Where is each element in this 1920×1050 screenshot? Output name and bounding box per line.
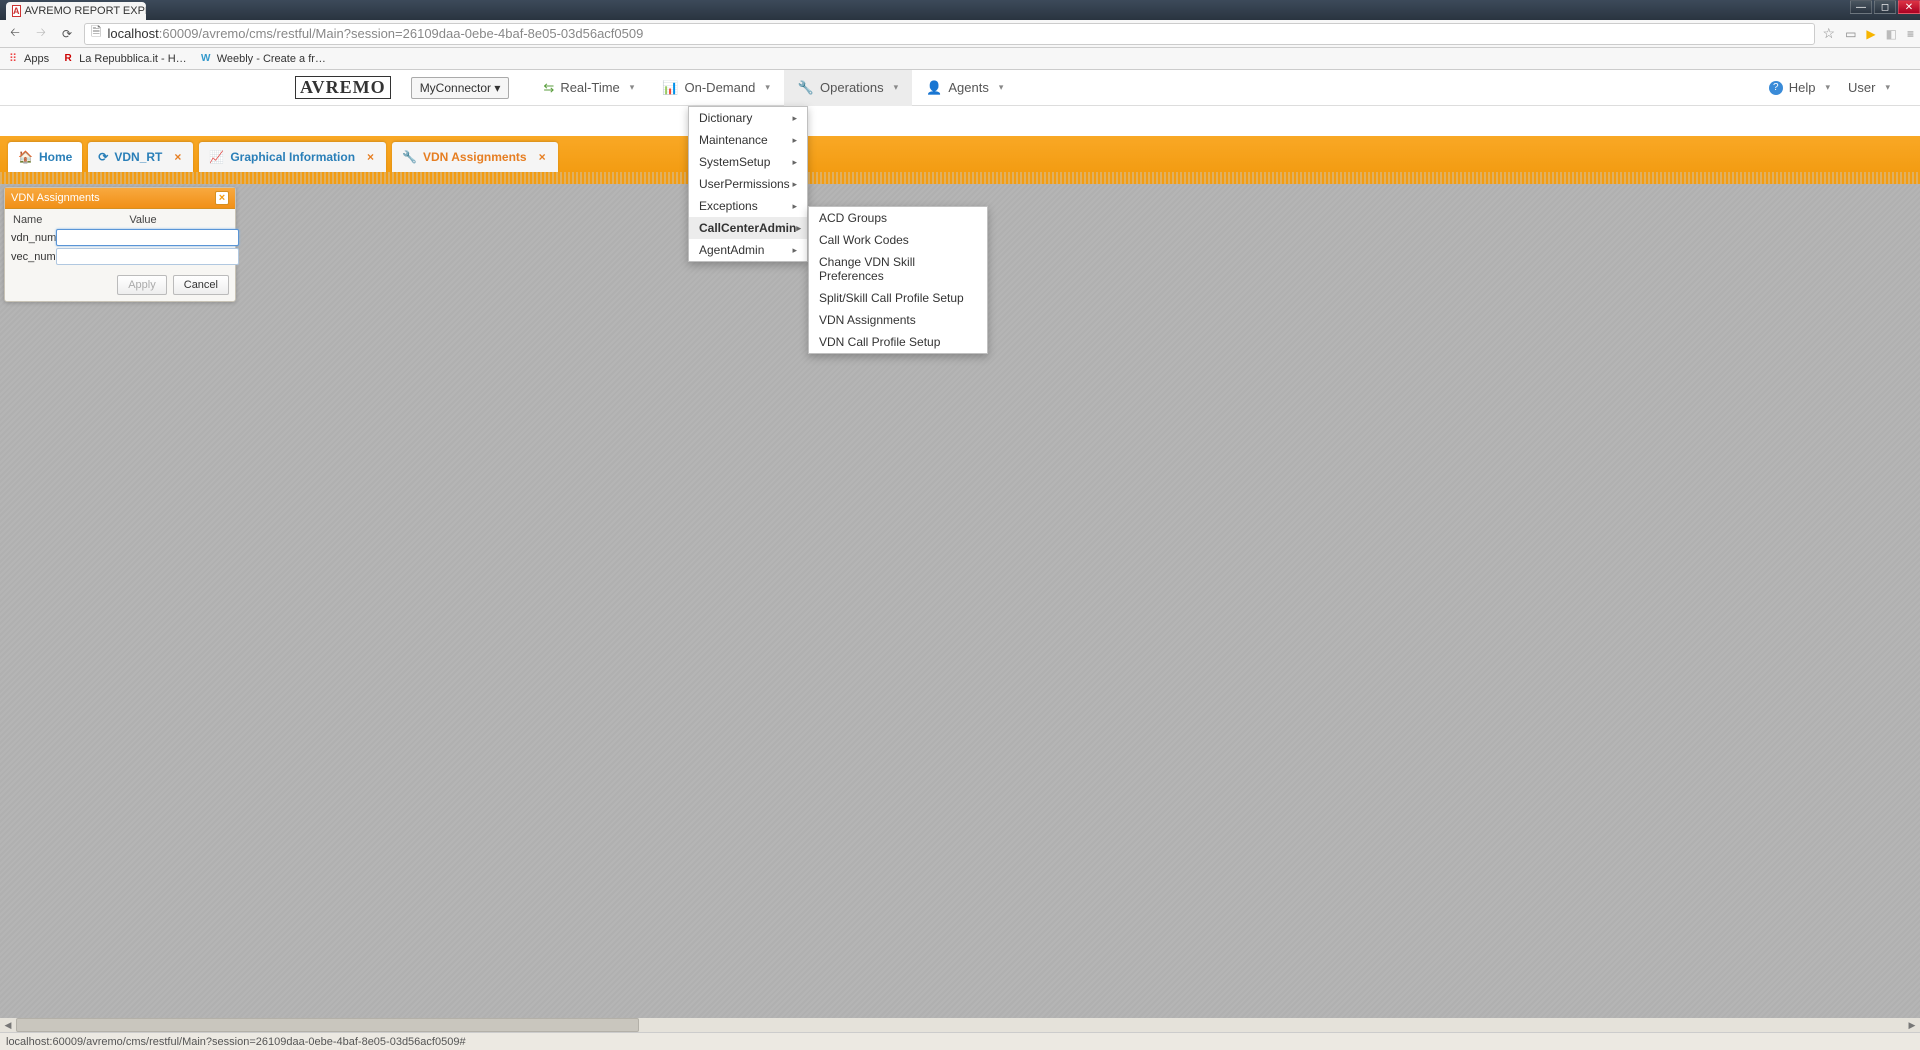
- col-name: Name: [13, 214, 59, 226]
- home-icon: 🏠: [18, 150, 33, 164]
- submenu-vdn-assignments[interactable]: VDN Assignments: [809, 309, 987, 331]
- scroll-left-arrow[interactable]: ◀: [0, 1018, 16, 1032]
- vdn-assignments-panel: VDN Assignments × Name Value vdn_num vec…: [4, 187, 236, 302]
- menu-userpermissions[interactable]: UserPermissions▸: [689, 173, 807, 195]
- panel-title: VDN Assignments: [11, 192, 100, 204]
- maximize-button[interactable]: ◻: [1874, 0, 1896, 14]
- menu-systemsetup[interactable]: SystemSetup▸: [689, 151, 807, 173]
- tab-graphical-info[interactable]: 📈 Graphical Information ×: [199, 142, 386, 172]
- tab-vdn-assignments[interactable]: 🔧 VDN Assignments ×: [392, 142, 558, 172]
- panel-header: VDN Assignments ×: [5, 188, 235, 209]
- close-icon[interactable]: ×: [215, 191, 229, 205]
- vdn-num-input[interactable]: [56, 229, 239, 246]
- menu-agentadmin[interactable]: AgentAdmin▸: [689, 239, 807, 261]
- nav-realtime[interactable]: ⇆ Real-Time▾: [529, 70, 648, 106]
- logo: AVREMO: [295, 76, 391, 99]
- connector-select[interactable]: MyConnector ▾: [411, 77, 510, 99]
- nav-ondemand[interactable]: 📊 On-Demand▾: [648, 70, 784, 106]
- extension-icon[interactable]: ◧: [1886, 27, 1897, 41]
- minimize-button[interactable]: —: [1850, 0, 1872, 14]
- refresh-icon: ⟳: [98, 150, 108, 164]
- col-value: Value: [59, 214, 227, 226]
- wrench-icon: 🔧: [798, 80, 814, 96]
- bookmark-item[interactable]: RLa Repubblica.it - H…: [61, 53, 187, 65]
- operations-menu: Dictionary▸ Maintenance▸ SystemSetup▸ Us…: [688, 106, 808, 262]
- menu-maintenance[interactable]: Maintenance▸: [689, 129, 807, 151]
- refresh-icon: ⇆: [543, 80, 554, 96]
- forward-button: 🡢: [32, 25, 50, 43]
- browser-navbar: 🡠 🡢 ⟳ 🗎 localhost:60009/avremo/cms/restf…: [0, 20, 1920, 48]
- tab-favicon: A: [12, 5, 21, 17]
- row-label: vec_num: [11, 251, 56, 263]
- play-icon[interactable]: ▶: [1866, 27, 1875, 41]
- nav-operations[interactable]: 🔧 Operations▾: [784, 70, 912, 106]
- app-root: AVREMO MyConnector ▾ ⇆ Real-Time▾ 📊 On-D…: [0, 70, 1920, 1050]
- submenu-call-work-codes[interactable]: Call Work Codes: [809, 229, 987, 251]
- page-icon: 🗎: [91, 23, 101, 45]
- device-icon[interactable]: ▭: [1845, 27, 1856, 41]
- tab-strip-divider: [0, 172, 1920, 184]
- browser-titlebar: A AVREMO REPORT EXPLOR × — ◻ ✕: [0, 0, 1920, 20]
- status-bar: localhost:60009/avremo/cms/restful/Main?…: [0, 1032, 1920, 1050]
- apply-button[interactable]: Apply: [117, 275, 167, 295]
- nav-help[interactable]: ? Help▾: [1769, 70, 1830, 106]
- horizontal-scrollbar[interactable]: ◀ ▶: [0, 1018, 1920, 1032]
- back-button[interactable]: 🡠: [6, 25, 24, 43]
- wrench-icon: 🔧: [402, 150, 417, 164]
- tab-home[interactable]: 🏠 Home: [8, 142, 82, 172]
- cancel-button[interactable]: Cancel: [173, 275, 229, 295]
- row-label: vdn_num: [11, 232, 56, 244]
- menu-icon[interactable]: ≡: [1907, 27, 1914, 41]
- submenu-split-skill[interactable]: Split/Skill Call Profile Setup: [809, 287, 987, 309]
- nav-user[interactable]: User▾: [1848, 70, 1890, 106]
- reload-button[interactable]: ⟳: [58, 25, 76, 43]
- menu-callcenteradmin[interactable]: CallCenterAdmin▸: [689, 217, 807, 239]
- close-window-button[interactable]: ✕: [1898, 0, 1920, 14]
- chart-icon: 📈: [209, 150, 224, 164]
- submenu-acd-groups[interactable]: ACD Groups: [809, 207, 987, 229]
- status-text: localhost:60009/avremo/cms/restful/Main?…: [6, 1036, 466, 1048]
- menu-dictionary[interactable]: Dictionary▸: [689, 107, 807, 129]
- scroll-right-arrow[interactable]: ▶: [1904, 1018, 1920, 1032]
- chart-icon: 📊: [662, 80, 678, 96]
- browser-chrome: A AVREMO REPORT EXPLOR × — ◻ ✕ 🡠 🡢 ⟳ 🗎 l…: [0, 0, 1920, 70]
- close-icon[interactable]: ×: [537, 150, 548, 164]
- browser-tab[interactable]: A AVREMO REPORT EXPLOR ×: [6, 2, 146, 20]
- vec-num-input[interactable]: [56, 248, 239, 265]
- person-icon: 👤: [926, 80, 942, 96]
- url-host: localhost: [107, 26, 158, 41]
- address-bar[interactable]: 🗎 localhost:60009/avremo/cms/restful/Mai…: [84, 23, 1815, 45]
- bookmark-star-icon[interactable]: ☆: [1823, 25, 1836, 42]
- scroll-thumb[interactable]: [16, 1018, 639, 1032]
- bookmark-item[interactable]: WWeebly - Create a fr…: [199, 53, 326, 65]
- url-path: :60009/avremo/cms/restful/Main?session=2…: [159, 26, 644, 41]
- close-icon[interactable]: ×: [172, 150, 183, 164]
- top-nav: AVREMO MyConnector ▾ ⇆ Real-Time▾ 📊 On-D…: [0, 70, 1920, 106]
- callcenter-submenu: ACD Groups Call Work Codes Change VDN Sk…: [808, 206, 988, 354]
- scroll-track[interactable]: [16, 1018, 1904, 1032]
- menu-exceptions[interactable]: Exceptions▸: [689, 195, 807, 217]
- close-icon[interactable]: ×: [365, 150, 376, 164]
- apps-bookmark[interactable]: ⠿Apps: [6, 52, 49, 65]
- bookmarks-bar: ⠿Apps RLa Repubblica.it - H… WWeebly - C…: [0, 48, 1920, 70]
- submenu-change-vdn-skill[interactable]: Change VDN Skill Preferences: [809, 251, 987, 287]
- tab-vdn-rt[interactable]: ⟳ VDN_RT ×: [88, 142, 193, 172]
- help-icon: ?: [1769, 81, 1783, 95]
- tab-title: AVREMO REPORT EXPLOR: [25, 5, 147, 17]
- tab-strip: 🏠 Home ⟳ VDN_RT × 📈 Graphical Informatio…: [0, 136, 1920, 172]
- nav-agents[interactable]: 👤 Agents▾: [912, 70, 1017, 106]
- submenu-vdn-call-profile[interactable]: VDN Call Profile Setup: [809, 331, 987, 353]
